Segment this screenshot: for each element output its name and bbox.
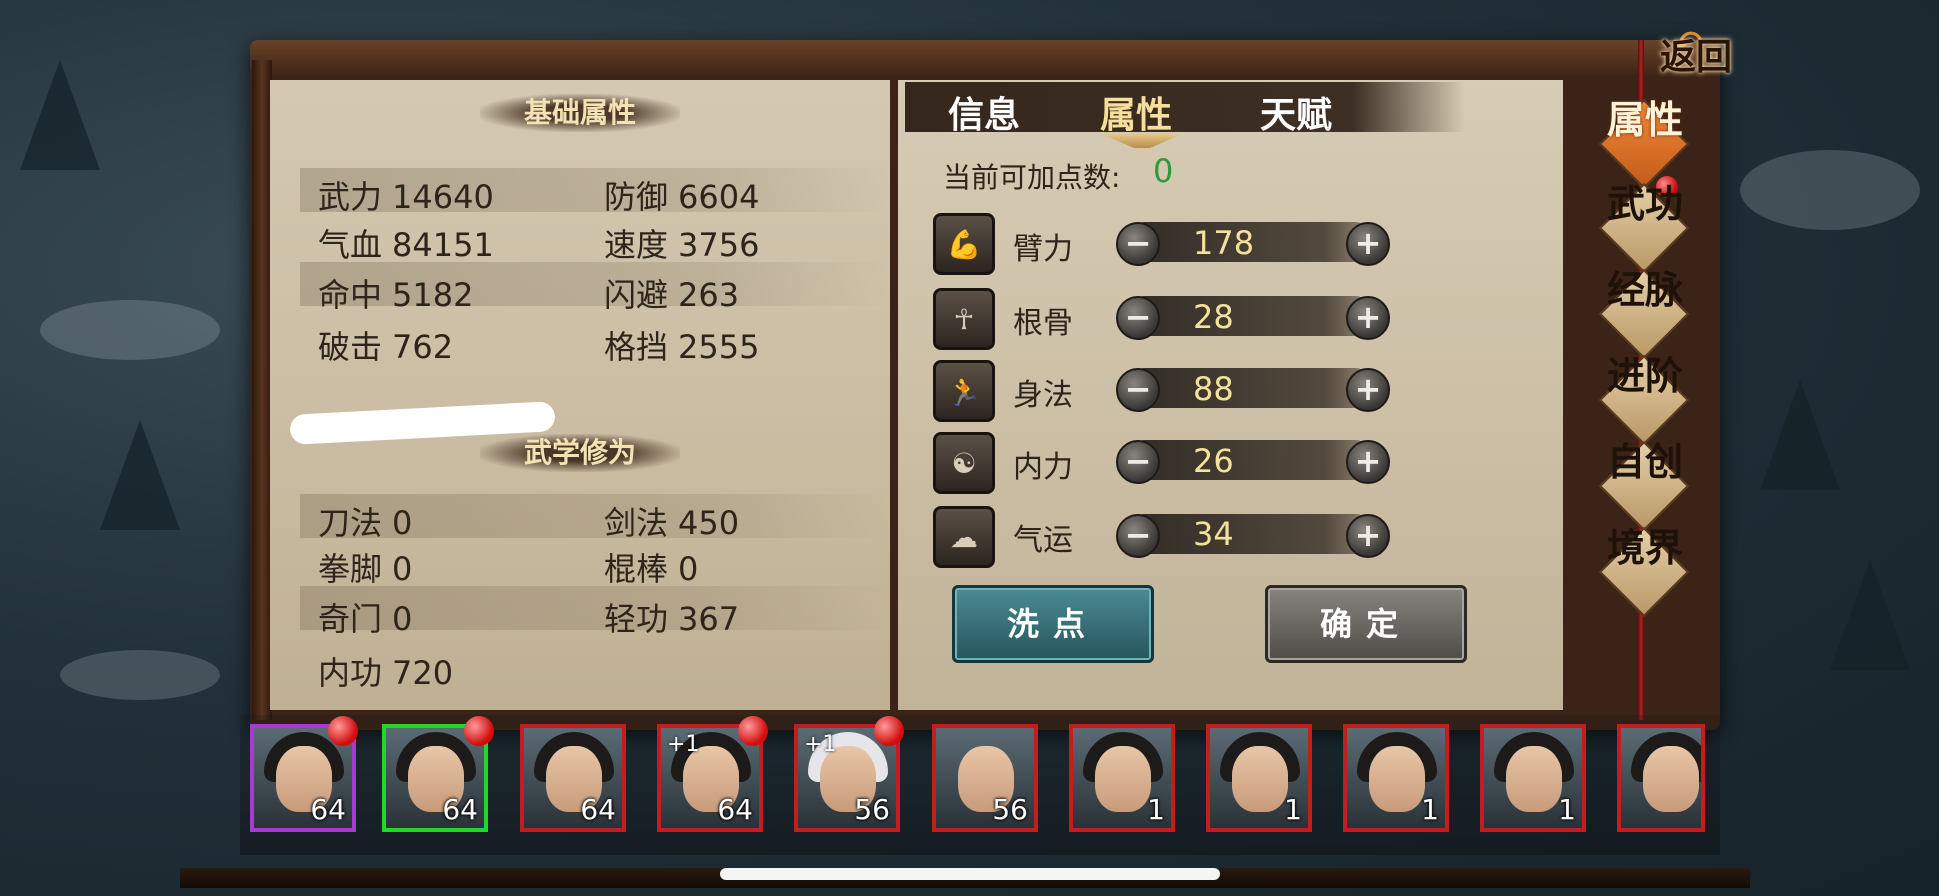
notification-dot — [738, 716, 768, 746]
character-card[interactable]: 1 — [1069, 724, 1175, 832]
available-points-value: 0 — [1153, 152, 1174, 190]
stat-hp: 气血 84151 — [318, 226, 494, 264]
attr-name-agility: 身法 — [1013, 378, 1073, 413]
character-card[interactable]: 1 — [1480, 724, 1586, 832]
decrease-luck-button[interactable]: − — [1116, 514, 1160, 558]
arm-icon: 💪 — [933, 213, 995, 275]
skill-staff: 棍棒 0 — [604, 550, 699, 588]
attr-value-strength: 178 — [1193, 224, 1255, 262]
character-card[interactable]: 64 — [520, 724, 626, 832]
background-tree — [1830, 560, 1910, 670]
attr-bar-agility — [1125, 368, 1375, 408]
side-item-martial-arts[interactable]: 武功 — [1600, 184, 1690, 224]
meditation-icon: ☯ — [933, 432, 995, 494]
background-tree — [1760, 380, 1840, 490]
panel-pillar-left — [252, 60, 272, 720]
decrease-inner-power-button[interactable]: − — [1116, 440, 1160, 484]
character-card[interactable]: 1 — [1206, 724, 1312, 832]
increase-strength-button[interactable]: + — [1346, 222, 1390, 266]
side-item-attributes[interactable]: 属性 — [1600, 100, 1690, 140]
background-snow — [40, 300, 220, 360]
side-item-realm[interactable]: 境界 — [1600, 528, 1690, 568]
character-card[interactable] — [1617, 724, 1705, 832]
martial-stats-title: 武学修为 — [480, 434, 680, 472]
tab-attributes[interactable]: 属性 — [1100, 86, 1172, 138]
background-tree — [20, 60, 100, 170]
notification-dot — [874, 716, 904, 746]
home-indicator[interactable] — [720, 868, 1220, 880]
attr-bar-luck — [1125, 514, 1375, 554]
attr-name-strength: 臂力 — [1013, 232, 1073, 267]
stat-speed: 速度 3756 — [604, 226, 760, 264]
cloud-icon: ☁ — [933, 506, 995, 568]
attr-name-inner-power: 内力 — [1013, 450, 1073, 485]
notification-dot — [328, 716, 358, 746]
running-icon: 🏃 — [933, 360, 995, 422]
decrease-strength-button[interactable]: − — [1116, 222, 1160, 266]
panel-header-beam — [250, 40, 1720, 76]
notification-dot — [464, 716, 494, 746]
skill-inner: 内功 720 — [318, 654, 454, 692]
side-item-self-create[interactable]: 自创 — [1600, 442, 1690, 482]
back-button[interactable]: 返回 — [1660, 28, 1732, 80]
available-points-label: 当前可加点数: — [943, 161, 1121, 194]
increase-constitution-button[interactable]: + — [1346, 296, 1390, 340]
background-snow — [60, 650, 220, 700]
skill-lightness: 轻功 367 — [604, 600, 740, 638]
stat-attack: 武力 14640 — [318, 178, 494, 216]
stat-defense: 防御 6604 — [604, 178, 760, 216]
skill-blade: 刀法 0 — [318, 504, 413, 542]
skill-exotic: 奇门 0 — [318, 600, 413, 638]
side-item-meridians[interactable]: 经脉 — [1600, 270, 1690, 310]
attr-value-luck: 34 — [1193, 515, 1234, 553]
attr-bar-constitution — [1125, 296, 1375, 336]
character-card[interactable]: 56 — [932, 724, 1038, 832]
attr-value-constitution: 28 — [1193, 298, 1234, 336]
skeleton-icon: ☥ — [933, 288, 995, 350]
decrease-constitution-button[interactable]: − — [1116, 296, 1160, 340]
character-card[interactable]: 1 — [1343, 724, 1449, 832]
reset-points-button[interactable]: 洗点 — [952, 585, 1154, 663]
attr-name-luck: 气运 — [1013, 523, 1073, 558]
tab-talent[interactable]: 天赋 — [1260, 86, 1332, 138]
attr-value-inner-power: 26 — [1193, 442, 1234, 480]
skill-sword: 剑法 450 — [604, 504, 740, 542]
confirm-button[interactable]: 确定 — [1265, 585, 1467, 663]
increase-agility-button[interactable]: + — [1346, 368, 1390, 412]
stat-dodge: 闪避 263 — [604, 276, 740, 314]
tab-info[interactable]: 信息 — [948, 86, 1020, 138]
background-snow — [1740, 150, 1920, 230]
attr-name-constitution: 根骨 — [1013, 306, 1073, 341]
attr-bar-inner-power — [1125, 440, 1375, 480]
increase-luck-button[interactable]: + — [1346, 514, 1390, 558]
stat-pierce: 破击 762 — [318, 328, 454, 366]
background-tree — [100, 420, 180, 530]
side-item-advance[interactable]: 进阶 — [1600, 356, 1690, 396]
stat-hit: 命中 5182 — [318, 276, 474, 314]
decrease-agility-button[interactable]: − — [1116, 368, 1160, 412]
increase-inner-power-button[interactable]: + — [1346, 440, 1390, 484]
base-stats-title: 基础属性 — [480, 94, 680, 132]
stat-block: 格挡 2555 — [604, 328, 760, 366]
panel-divider — [890, 80, 896, 710]
skill-fist: 拳脚 0 — [318, 550, 413, 588]
attr-value-agility: 88 — [1193, 370, 1234, 408]
